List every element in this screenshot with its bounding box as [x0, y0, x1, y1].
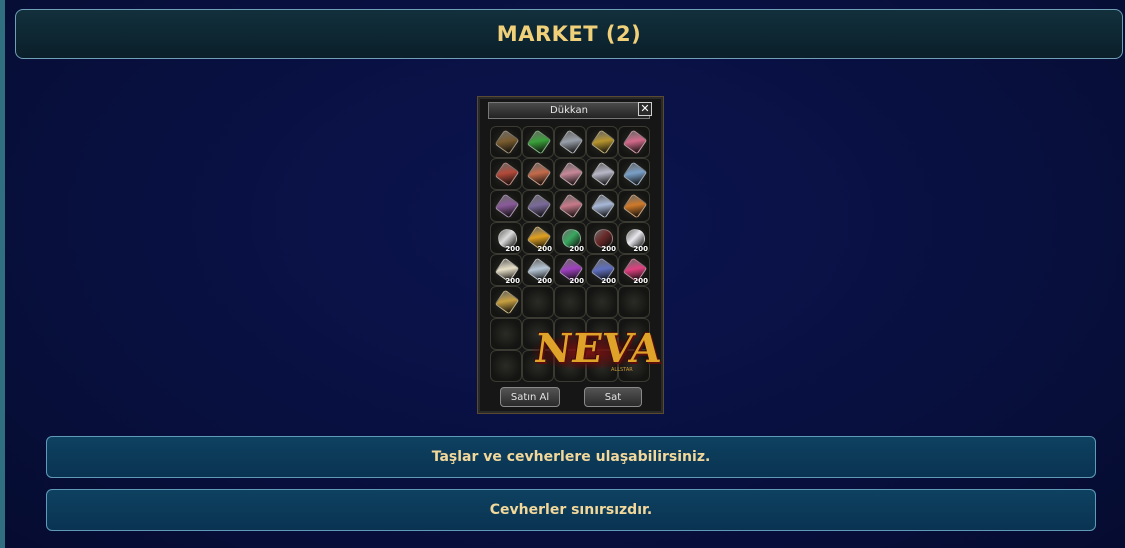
ice-crystal-icon: [590, 193, 616, 219]
shop-slot[interactable]: 200: [522, 222, 554, 254]
shop-slot[interactable]: [554, 158, 586, 190]
shop-slot[interactable]: [586, 190, 618, 222]
shop-slot[interactable]: 200: [618, 254, 650, 286]
info-text: Taşlar ve cevherlere ulaşabilirsiniz.: [431, 449, 711, 465]
shop-slot[interactable]: [522, 190, 554, 222]
shop-slot[interactable]: [618, 190, 650, 222]
empty-slot[interactable]: [586, 286, 618, 318]
shop-slot[interactable]: [490, 286, 522, 318]
violet-crystal-icon: [526, 193, 552, 219]
shop-window: Dükkan ✕ 200 200 200 200 200 200 200 200 200 200 …: [477, 96, 664, 414]
shop-slot[interactable]: 200: [618, 222, 650, 254]
shop-slot[interactable]: [586, 158, 618, 190]
red-crystal-icon: [494, 161, 520, 187]
item-quantity: 200: [505, 277, 520, 285]
empty-slot[interactable]: [618, 286, 650, 318]
item-quantity: 200: [537, 245, 552, 253]
pink-shard-icon: [558, 161, 584, 187]
item-quantity: 200: [505, 245, 520, 253]
shop-slot[interactable]: [586, 126, 618, 158]
purple-crystal-icon: [494, 193, 520, 219]
silver-dagger-icon: [558, 129, 584, 155]
green-crystal-icon: [526, 129, 552, 155]
shop-slot[interactable]: [490, 126, 522, 158]
gold-ore-icon: [590, 129, 616, 155]
page-title: MARKET (2): [496, 22, 642, 46]
item-quantity: 200: [569, 245, 584, 253]
buy-button[interactable]: Satın Al: [500, 387, 560, 407]
orange-crystal-icon: [526, 161, 552, 187]
close-button[interactable]: ✕: [638, 102, 652, 116]
shop-slot[interactable]: 200: [490, 222, 522, 254]
rose-crystal-icon: [558, 193, 584, 219]
shop-slot[interactable]: 200: [554, 222, 586, 254]
golden-spike-icon: [494, 289, 520, 315]
shop-slot[interactable]: [618, 126, 650, 158]
shop-titlebar: Dükkan: [488, 102, 650, 119]
item-quantity: 200: [537, 277, 552, 285]
pink-crystal-icon: [622, 129, 648, 155]
shop-slot[interactable]: 200: [586, 254, 618, 286]
logo-subtext: ALLSTAR: [611, 367, 633, 373]
sell-button[interactable]: Sat: [584, 387, 642, 407]
shop-slot[interactable]: 200: [554, 254, 586, 286]
item-quantity: 200: [601, 245, 616, 253]
shop-slot[interactable]: [522, 126, 554, 158]
item-quantity: 200: [633, 245, 648, 253]
wooden-plank-icon: [494, 129, 520, 155]
shop-slot[interactable]: 200: [522, 254, 554, 286]
neva-logo: NEVA: [531, 325, 665, 372]
shop-slot[interactable]: [554, 126, 586, 158]
empty-slot[interactable]: [490, 350, 522, 382]
shop-slot[interactable]: [522, 158, 554, 190]
item-quantity: 200: [569, 277, 584, 285]
shop-slot[interactable]: [554, 190, 586, 222]
close-icon: ✕: [640, 102, 650, 115]
empty-slot[interactable]: [554, 286, 586, 318]
shop-slot[interactable]: [490, 158, 522, 190]
empty-slot[interactable]: [522, 286, 554, 318]
info-box-stones[interactable]: Taşlar ve cevherlere ulaşabilirsiniz.: [46, 436, 1096, 478]
shop-slot[interactable]: 200: [586, 222, 618, 254]
empty-slot[interactable]: [490, 318, 522, 350]
shop-slot[interactable]: [490, 190, 522, 222]
shop-slot[interactable]: [618, 158, 650, 190]
silver-shard-icon: [590, 161, 616, 187]
item-quantity: 200: [633, 277, 648, 285]
shop-title: Dükkan: [550, 105, 588, 116]
amber-crystal-icon: [622, 193, 648, 219]
shop-slot[interactable]: 200: [490, 254, 522, 286]
blue-crystal-icon: [622, 161, 648, 187]
info-box-unlimited[interactable]: Cevherler sınırsızdır.: [46, 489, 1096, 531]
item-quantity: 200: [601, 277, 616, 285]
page-header: MARKET (2): [15, 9, 1123, 59]
info-text: Cevherler sınırsızdır.: [489, 502, 653, 518]
window-edge: [0, 0, 5, 548]
